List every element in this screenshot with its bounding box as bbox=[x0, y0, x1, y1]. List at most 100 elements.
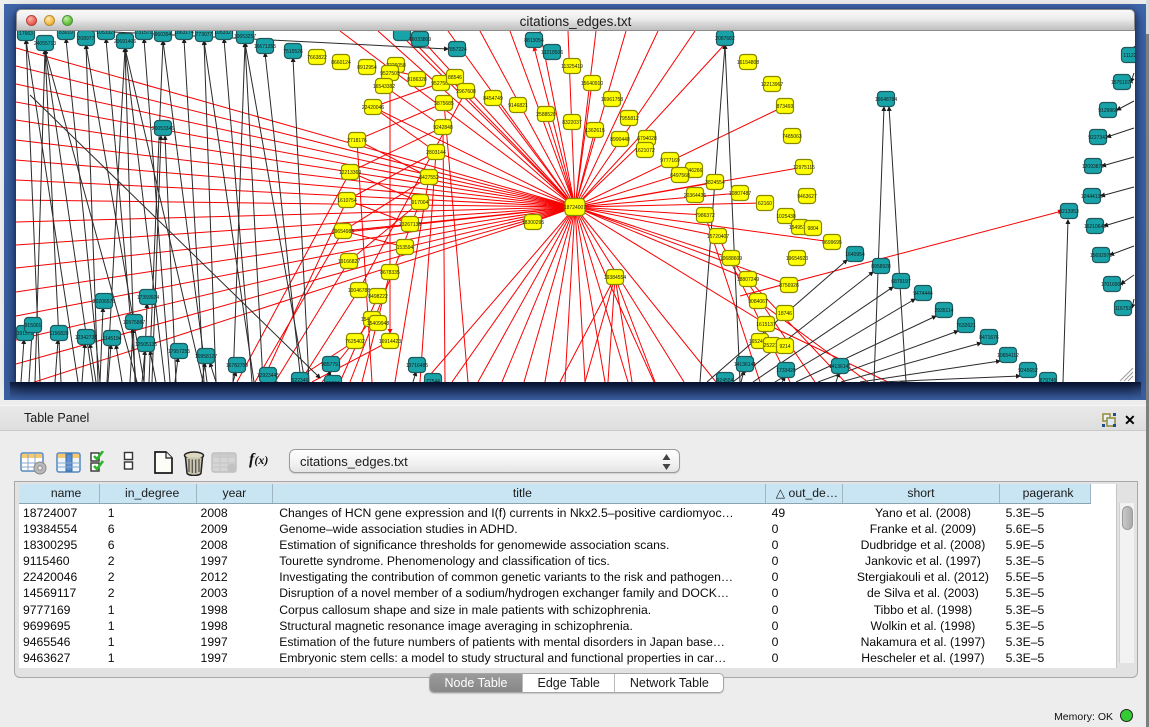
svg-text:1025438: 1025438 bbox=[776, 214, 796, 220]
svg-text:13267130: 13267130 bbox=[399, 222, 421, 228]
svg-text:18746: 18746 bbox=[778, 311, 792, 317]
svg-text:7663822: 7663822 bbox=[307, 55, 327, 61]
svg-text:12342737: 12342737 bbox=[75, 335, 97, 341]
svg-text:12213369: 12213369 bbox=[339, 170, 361, 176]
svg-text:19654923: 19654923 bbox=[786, 256, 808, 262]
svg-text:153594: 153594 bbox=[397, 245, 414, 251]
svg-text:14136141: 14136141 bbox=[829, 364, 851, 370]
svg-text:11122: 11122 bbox=[1123, 53, 1135, 59]
svg-text:72544: 72544 bbox=[426, 379, 440, 382]
svg-text:7485063: 7485063 bbox=[782, 134, 802, 140]
svg-text:10975887: 10975887 bbox=[123, 320, 145, 326]
svg-text:1621072: 1621072 bbox=[635, 148, 655, 154]
svg-text:9245652: 9245652 bbox=[1018, 368, 1038, 374]
svg-text:15720407: 15720407 bbox=[707, 234, 729, 240]
svg-text:915001: 915001 bbox=[25, 323, 42, 329]
svg-text:3824554: 3824554 bbox=[705, 180, 725, 186]
svg-text:20364436: 20364436 bbox=[684, 193, 706, 199]
svg-text:12923445: 12923445 bbox=[257, 373, 279, 379]
svg-text:2803144: 2803144 bbox=[426, 150, 446, 156]
svg-text:8454749: 8454749 bbox=[483, 96, 503, 102]
svg-text:7986372: 7986372 bbox=[695, 213, 715, 219]
svg-text:2935114: 2935114 bbox=[934, 308, 953, 314]
svg-text:8990448: 8990448 bbox=[610, 137, 630, 143]
svg-text:15692971: 15692971 bbox=[1090, 253, 1112, 259]
svg-text:1145194: 1145194 bbox=[102, 336, 121, 342]
svg-text:9227342: 9227342 bbox=[1088, 135, 1108, 141]
svg-text:1863174: 1863174 bbox=[174, 31, 194, 36]
svg-text:731571: 731571 bbox=[136, 31, 153, 36]
svg-text:62160: 62160 bbox=[758, 201, 772, 207]
svg-text:16543382: 16543382 bbox=[373, 84, 395, 90]
svg-text:3427552: 3427552 bbox=[419, 175, 439, 181]
svg-text:12213967: 12213967 bbox=[761, 82, 783, 88]
svg-text:2087682: 2087682 bbox=[715, 36, 735, 42]
svg-text:10654112: 10654112 bbox=[997, 353, 1019, 359]
svg-text:8660124: 8660124 bbox=[331, 60, 351, 66]
svg-text:8186328: 8186328 bbox=[407, 77, 427, 83]
svg-text:8498222: 8498222 bbox=[368, 294, 388, 300]
svg-text:13218506: 13218506 bbox=[541, 50, 563, 56]
svg-text:10688609: 10688609 bbox=[720, 256, 742, 262]
svg-text:12093872: 12093872 bbox=[1082, 164, 1104, 170]
svg-text:17016504: 17016504 bbox=[1101, 282, 1123, 288]
svg-text:18724007: 18724007 bbox=[564, 205, 586, 211]
svg-text:17663: 17663 bbox=[19, 31, 33, 37]
svg-text:18807249: 18807249 bbox=[737, 277, 759, 283]
svg-text:116753: 116753 bbox=[1115, 306, 1132, 312]
svg-text:8813054: 8813054 bbox=[524, 38, 544, 44]
svg-text:9527505: 9527505 bbox=[380, 71, 400, 77]
svg-text:17359924: 17359924 bbox=[137, 295, 159, 301]
svg-text:7632621: 7632621 bbox=[956, 323, 976, 329]
svg-text:9804: 9804 bbox=[807, 226, 818, 232]
svg-text:12505135: 12505135 bbox=[135, 342, 157, 348]
svg-text:10807487: 10807487 bbox=[729, 191, 751, 197]
svg-text:16961758: 16961758 bbox=[601, 97, 623, 103]
svg-text:9242848: 9242848 bbox=[433, 125, 453, 131]
svg-text:20206576: 20206576 bbox=[93, 299, 115, 305]
svg-text:1640954: 1640954 bbox=[845, 252, 865, 258]
svg-text:12975115: 12975115 bbox=[793, 165, 815, 171]
svg-text:19654985: 19654985 bbox=[332, 229, 354, 235]
svg-text:1615137: 1615137 bbox=[756, 322, 776, 328]
svg-text:10653257: 10653257 bbox=[234, 34, 256, 40]
svg-text:18300295: 18300295 bbox=[522, 220, 544, 226]
svg-text:3875685: 3875685 bbox=[434, 101, 454, 107]
svg-text:8678335: 8678335 bbox=[380, 270, 400, 276]
svg-text:10958127: 10958127 bbox=[195, 354, 217, 360]
svg-text:10046788: 10046788 bbox=[348, 288, 370, 294]
svg-text:20053346: 20053346 bbox=[152, 126, 174, 132]
svg-text:9146821: 9146821 bbox=[508, 103, 528, 109]
svg-text:8958928: 8958928 bbox=[871, 264, 891, 270]
svg-text:873493: 873493 bbox=[777, 104, 794, 110]
svg-text:917004: 917004 bbox=[412, 200, 429, 206]
svg-text:15409948: 15409948 bbox=[367, 321, 389, 327]
svg-text:2718176: 2718176 bbox=[347, 138, 367, 144]
svg-text:9084067: 9084067 bbox=[748, 299, 768, 305]
svg-text:8912954: 8912954 bbox=[357, 65, 377, 71]
svg-text:83019: 83019 bbox=[59, 31, 73, 36]
svg-text:6497568: 6497568 bbox=[670, 173, 690, 179]
svg-text:0699695: 0699695 bbox=[822, 240, 842, 246]
svg-text:14136141: 14136141 bbox=[734, 362, 756, 368]
svg-text:6879197: 6879197 bbox=[891, 279, 911, 285]
svg-text:1156829: 1156829 bbox=[49, 331, 68, 337]
svg-text:16914423: 16914423 bbox=[379, 339, 401, 345]
svg-text:19166827: 19166827 bbox=[338, 259, 360, 265]
svg-text:924504: 924504 bbox=[717, 378, 734, 382]
svg-text:15751074: 15751074 bbox=[1111, 80, 1133, 86]
svg-text:16033809: 16033809 bbox=[409, 37, 431, 43]
svg-text:6794028: 6794028 bbox=[637, 136, 657, 142]
svg-text:1362615: 1362615 bbox=[585, 128, 605, 134]
svg-text:8756928: 8756928 bbox=[779, 283, 799, 289]
svg-text:8322037: 8322037 bbox=[562, 120, 582, 126]
svg-text:9463627: 9463627 bbox=[797, 194, 817, 200]
svg-text:9214: 9214 bbox=[779, 344, 790, 350]
svg-text:16648784: 16648784 bbox=[875, 97, 897, 103]
svg-text:922346: 922346 bbox=[292, 378, 309, 382]
svg-text:16782759: 16782759 bbox=[226, 363, 248, 369]
svg-text:19384554: 19384554 bbox=[604, 275, 626, 281]
svg-text:7515526: 7515526 bbox=[283, 49, 303, 55]
svg-text:88546: 88546 bbox=[448, 75, 462, 81]
svg-text:208977: 208977 bbox=[78, 36, 95, 42]
